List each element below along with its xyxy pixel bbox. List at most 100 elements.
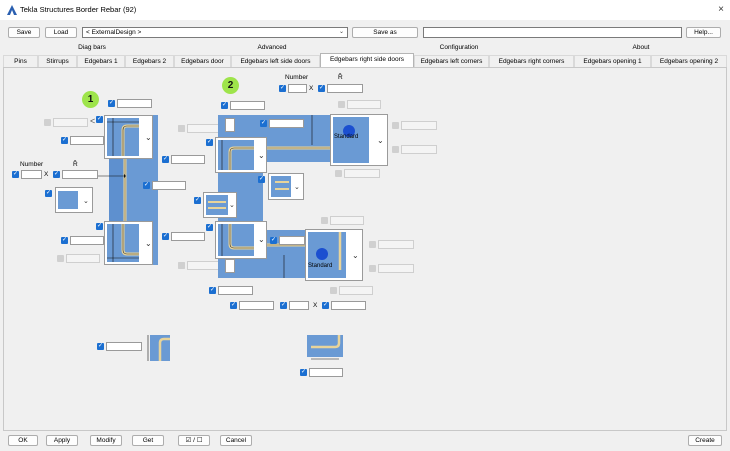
tab-edgebars-door[interactable]: Edgebars door bbox=[174, 55, 231, 67]
right-end3-gray-field[interactable] bbox=[344, 169, 380, 178]
tab-edgebars-2[interactable]: Edgebars 2 bbox=[125, 55, 174, 67]
right-bottom-field[interactable] bbox=[218, 286, 253, 295]
left-lower-shape-picker[interactable]: ⌄ bbox=[104, 221, 153, 265]
right-upper-field[interactable] bbox=[269, 119, 304, 128]
right-end3-gray-checkbox[interactable] bbox=[335, 170, 342, 177]
spacing2-field[interactable] bbox=[327, 84, 363, 93]
right-lower-gray-field[interactable] bbox=[330, 216, 364, 225]
get-button[interactable]: Get bbox=[132, 435, 164, 446]
help-button[interactable]: Help... bbox=[686, 27, 721, 38]
right-upper-field-checkbox[interactable]: ✓ bbox=[260, 120, 267, 127]
bottom-spacing-checkbox[interactable]: ✓ bbox=[322, 302, 329, 309]
right-upper-end-picker[interactable]: ⌄ bbox=[330, 114, 388, 166]
right-lower-hook-gray-checkbox[interactable] bbox=[178, 262, 185, 269]
left-lower-hook-field[interactable] bbox=[66, 254, 100, 263]
right-lower-end-picker[interactable]: ⌄ bbox=[305, 229, 363, 281]
left-gray-field[interactable] bbox=[187, 124, 222, 133]
number-checkbox[interactable]: ✓ bbox=[12, 171, 19, 178]
save-button[interactable]: Save bbox=[8, 27, 40, 38]
cancel-button[interactable]: Cancel bbox=[220, 435, 252, 446]
left-mid-checkbox[interactable]: ✓ bbox=[61, 137, 68, 144]
left-upper-checkbox[interactable]: ✓ bbox=[96, 116, 103, 123]
right-end2-gray-field[interactable] bbox=[401, 145, 437, 154]
hook-toggle-icon[interactable] bbox=[225, 118, 235, 132]
right-profile-picker[interactable]: ⌄ bbox=[268, 173, 304, 200]
right-lower-gray-checkbox[interactable] bbox=[321, 217, 328, 224]
bottom-left-field[interactable] bbox=[106, 342, 142, 351]
apply-button[interactable]: Apply bbox=[46, 435, 78, 446]
ok-button[interactable]: OK bbox=[8, 435, 38, 446]
save-as-button[interactable]: Save as bbox=[352, 27, 418, 38]
tab-edgebars-left-corners[interactable]: Edgebars left corners bbox=[414, 55, 489, 67]
left-hook-field[interactable] bbox=[53, 118, 88, 127]
right-lower-shape-picker[interactable]: ⌄ bbox=[215, 221, 267, 259]
load-button[interactable]: Load bbox=[45, 27, 77, 38]
bottom-mid-field[interactable] bbox=[289, 301, 309, 310]
tab-edgebars-opening-1[interactable]: Edgebars opening 1 bbox=[574, 55, 651, 67]
right-top-gray-field[interactable] bbox=[347, 100, 381, 109]
design-select[interactable]: < ExternalDesign > ⌄ bbox=[82, 27, 348, 38]
group-diag-bars[interactable]: Diag bars bbox=[3, 44, 181, 51]
right-upper-shape-picker[interactable]: ⌄ bbox=[215, 137, 267, 173]
tab-edgebars-left-side-doors[interactable]: Edgebars left side doors bbox=[231, 55, 320, 67]
right-lower-field-checkbox[interactable]: ✓ bbox=[270, 237, 277, 244]
left-hook-checkbox[interactable] bbox=[44, 119, 51, 126]
save-as-name-input[interactable] bbox=[423, 27, 682, 38]
right-mid-checkbox[interactable]: ✓ bbox=[194, 197, 201, 204]
bottom-right-field[interactable] bbox=[309, 368, 343, 377]
bottom-number-checkbox[interactable]: ✓ bbox=[230, 302, 237, 309]
number2-field[interactable] bbox=[288, 84, 307, 93]
group-about[interactable]: About bbox=[555, 44, 727, 51]
right-mid-picker[interactable]: ⌄ bbox=[203, 192, 237, 218]
tab-edgebars-right-side-doors[interactable]: Edgebars right side doors bbox=[320, 53, 414, 67]
tab-edgebars-opening-2[interactable]: Edgebars opening 2 bbox=[651, 55, 727, 67]
tab-pins[interactable]: Pins bbox=[3, 55, 38, 67]
right-profile-checkbox[interactable]: ✓ bbox=[258, 176, 265, 183]
left-upper-shape-picker[interactable]: ⌄ bbox=[104, 115, 153, 159]
spacing-field[interactable] bbox=[62, 170, 98, 179]
left-lower-right-field[interactable] bbox=[171, 232, 205, 241]
right-lower-field[interactable] bbox=[279, 236, 305, 245]
left-lower-gray-field[interactable] bbox=[187, 261, 222, 270]
right-lower-end1-gray-field[interactable] bbox=[378, 240, 414, 249]
right-lower-end1-gray-checkbox[interactable] bbox=[369, 241, 376, 248]
right-top-field[interactable] bbox=[230, 101, 265, 110]
bottom-left-checkbox[interactable]: ✓ bbox=[97, 343, 104, 350]
left-lower-checkbox[interactable]: ✓ bbox=[96, 223, 103, 230]
left-mid-field[interactable] bbox=[70, 136, 104, 145]
left-top-checkbox[interactable]: ✓ bbox=[108, 100, 115, 107]
spacing-checkbox[interactable]: ✓ bbox=[53, 171, 60, 178]
left-profile-picker[interactable]: ⌄ bbox=[55, 187, 93, 213]
hook-lower-toggle-icon[interactable] bbox=[225, 259, 235, 273]
toggle-all-button[interactable]: ☑ / ☐ bbox=[178, 435, 210, 446]
right-lower-checkbox[interactable]: ✓ bbox=[206, 224, 213, 231]
modify-button[interactable]: Modify bbox=[90, 435, 122, 446]
right-bottom-gray-checkbox[interactable] bbox=[330, 287, 337, 294]
number-field[interactable] bbox=[21, 170, 42, 179]
right-upper-checkbox[interactable]: ✓ bbox=[206, 139, 213, 146]
left-top-field[interactable] bbox=[117, 99, 152, 108]
group-configuration[interactable]: Configuration bbox=[363, 44, 555, 51]
left-lower-mid-field[interactable] bbox=[70, 236, 104, 245]
tab-edgebars-right-corners[interactable]: Edgebars right corners bbox=[489, 55, 574, 67]
right-top-checkbox[interactable]: ✓ bbox=[221, 102, 228, 109]
right-bottom-checkbox[interactable]: ✓ bbox=[209, 287, 216, 294]
left-spacing2-field[interactable] bbox=[152, 181, 186, 190]
number2-checkbox[interactable]: ✓ bbox=[279, 85, 286, 92]
bottom-right-checkbox[interactable]: ✓ bbox=[300, 369, 307, 376]
tab-stirrups[interactable]: Stirrups bbox=[38, 55, 77, 67]
right-end2-gray-checkbox[interactable] bbox=[392, 146, 399, 153]
right-lower-end2-gray-checkbox[interactable] bbox=[369, 265, 376, 272]
spacing2-checkbox[interactable]: ✓ bbox=[318, 85, 325, 92]
right-end1-gray-checkbox[interactable] bbox=[392, 122, 399, 129]
bottom-number-field[interactable] bbox=[239, 301, 274, 310]
right-hook-gray-checkbox[interactable] bbox=[178, 125, 185, 132]
right-top-gray-checkbox[interactable] bbox=[338, 101, 345, 108]
right-end1-gray-field[interactable] bbox=[401, 121, 437, 130]
bottom-mid-checkbox[interactable]: ✓ bbox=[280, 302, 287, 309]
right-bottom-gray-field[interactable] bbox=[339, 286, 373, 295]
left-profile-checkbox[interactable]: ✓ bbox=[45, 190, 52, 197]
close-icon[interactable]: × bbox=[714, 3, 728, 17]
create-button[interactable]: Create bbox=[688, 435, 722, 446]
tab-edgebars-1[interactable]: Edgebars 1 bbox=[77, 55, 125, 67]
